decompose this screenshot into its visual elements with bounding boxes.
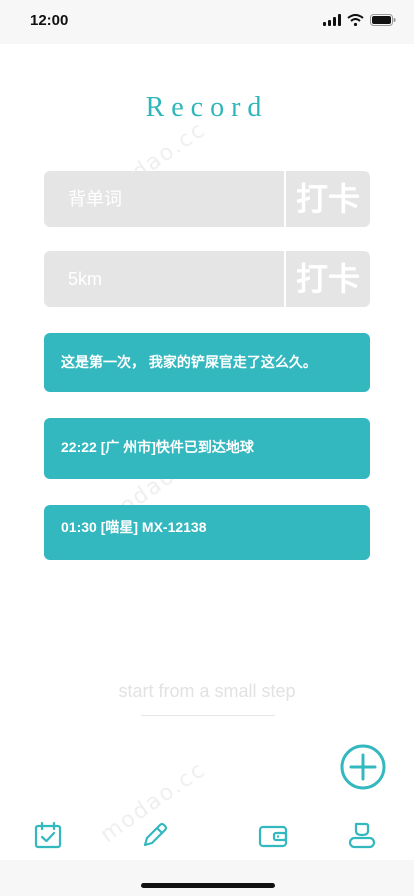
record-card[interactable]: 这是第一次， 我家的铲屎官走了这么久。 [44, 333, 370, 392]
wallet-icon [258, 825, 288, 848]
record-card[interactable]: 01:30 [喵星] MX-12138 [44, 505, 370, 560]
battery-icon [370, 14, 396, 26]
status-time: 12:00 [30, 12, 69, 29]
tab-wallet[interactable] [258, 820, 288, 850]
record-text: 22:22 [广 州市]快件已到达地球 [61, 439, 254, 455]
check-in-button[interactable]: 打卡 [286, 171, 370, 227]
slogan-underline [141, 715, 275, 716]
tab-profile[interactable] [347, 820, 377, 850]
pencil-icon [143, 822, 168, 847]
page-title: Record [145, 92, 269, 123]
calendar-check-icon [34, 821, 62, 849]
status-bar: 12:00 [0, 0, 414, 44]
task-row: 背单词 打卡 [44, 171, 370, 227]
tab-write[interactable] [140, 820, 170, 850]
tab-calendar[interactable] [33, 820, 63, 850]
home-indicator[interactable] [141, 883, 275, 888]
add-button[interactable] [340, 744, 386, 790]
tab-bar [0, 808, 414, 860]
task-name[interactable]: 背单词 [44, 171, 284, 227]
record-text: 01:30 [喵星] MX-12138 [61, 519, 207, 535]
signal-icon [323, 14, 341, 26]
status-icons [323, 14, 396, 26]
slogan: start from a small step [118, 681, 296, 701]
plus-circle-icon [340, 744, 386, 790]
profile-icon [348, 822, 376, 849]
wifi-icon [347, 14, 364, 26]
task-name[interactable]: 5km [44, 251, 284, 307]
task-row: 5km 打卡 [44, 251, 370, 307]
home-area [0, 860, 414, 896]
record-card[interactable]: 22:22 [广 州市]快件已到达地球 [44, 418, 370, 479]
check-in-button[interactable]: 打卡 [286, 251, 370, 307]
record-text: 这是第一次， 我家的铲屎官走了这么久。 [61, 354, 317, 370]
